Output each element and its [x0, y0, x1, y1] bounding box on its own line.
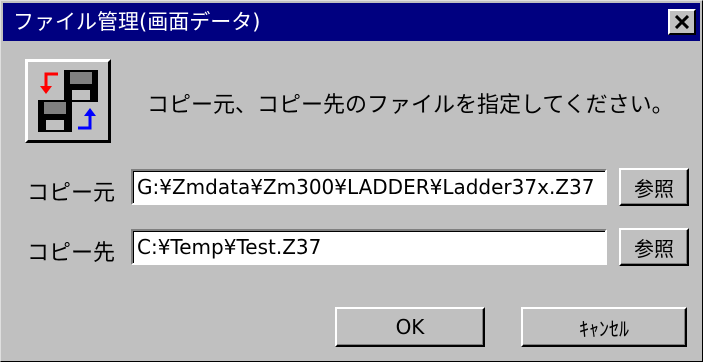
destination-path-input[interactable]	[137, 233, 597, 261]
copy-floppy-icon	[25, 59, 111, 143]
file-management-dialog: ファイル管理(画面データ) コピー元、コピー先のファイルを指定してください。 コ…	[0, 0, 703, 362]
destination-label: コピー先	[27, 241, 116, 266]
ok-button[interactable]: OK	[335, 307, 485, 347]
source-label: コピー元	[27, 181, 116, 206]
destination-browse-button[interactable]: 参照	[619, 228, 689, 266]
close-button[interactable]	[668, 9, 696, 35]
source-browse-button[interactable]: 参照	[619, 168, 689, 206]
close-icon	[675, 15, 689, 29]
source-path-input[interactable]	[137, 173, 597, 201]
destination-path-field[interactable]	[131, 229, 607, 265]
cancel-button[interactable]: ｷｬﾝｾﾙ	[521, 307, 687, 347]
instruction-text: コピー元、コピー先のファイルを指定してください。	[147, 93, 674, 118]
window-title: ファイル管理(画面データ)	[13, 10, 261, 34]
source-path-field[interactable]	[131, 169, 607, 205]
title-bar[interactable]: ファイル管理(画面データ)	[3, 3, 700, 41]
